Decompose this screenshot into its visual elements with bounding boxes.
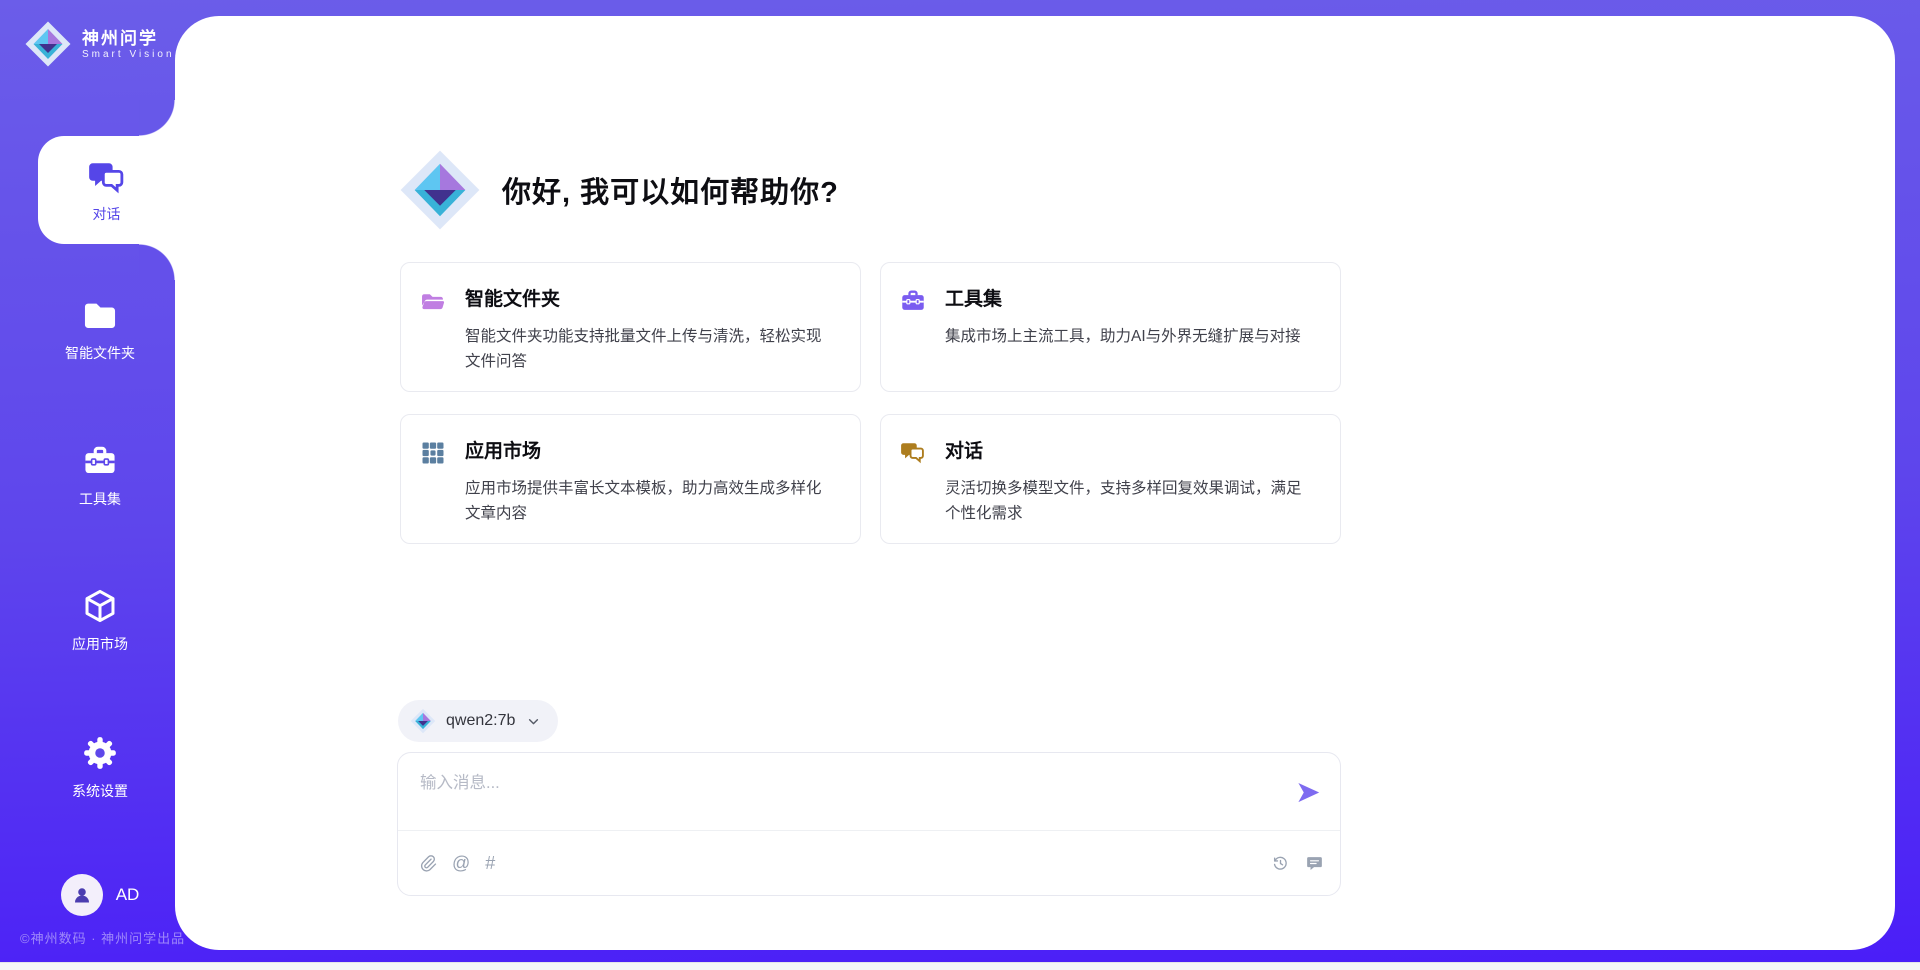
logo-gem-icon xyxy=(410,708,436,734)
copyright-footer: ©神州数码 · 神州问学出品 xyxy=(20,928,185,947)
sidebar-item-app-market[interactable]: 应用市场 xyxy=(25,587,175,654)
brand-logo-block: 神州问学 Smart Vision xyxy=(24,20,175,68)
user-icon xyxy=(70,883,94,907)
horizontal-scrollbar-track[interactable] xyxy=(0,962,1920,970)
model-selector[interactable]: qwen2:7b xyxy=(398,700,558,742)
app-root: 神州问学 Smart Vision 对话 智能文件夹 工具集 应用市场 系统设置… xyxy=(0,0,1920,970)
history-icon[interactable] xyxy=(1271,854,1290,873)
card-title: 智能文件夹 xyxy=(465,286,838,314)
card-app-market[interactable]: 应用市场 应用市场提供丰富长文本模板，助力高效生成多样化文章内容 xyxy=(400,414,861,544)
card-chat[interactable]: 对话 灵活切换多模型文件，支持多样回复效果调试，满足个性化需求 xyxy=(880,414,1341,544)
sidebar-item-label: 对话 xyxy=(93,204,121,224)
active-tab-top-notch xyxy=(139,100,175,136)
message-composer: @ # xyxy=(397,752,1341,896)
sidebar-item-settings[interactable]: 系统设置 xyxy=(25,734,175,801)
greeting-title: 你好, 我可以如何帮助你? xyxy=(502,169,839,211)
sidebar-item-label: 系统设置 xyxy=(72,781,128,801)
card-title: 工具集 xyxy=(945,286,1305,314)
card-body: 应用市场 应用市场提供丰富长文本模板，助力高效生成多样化文章内容 xyxy=(465,438,838,543)
card-desc: 智能文件夹功能支持批量文件上传与清洗，轻松实现文件问答 xyxy=(465,324,838,374)
card-desc: 应用市场提供丰富长文本模板，助力高效生成多样化文章内容 xyxy=(465,476,838,526)
sidebar-item-label: 工具集 xyxy=(79,489,121,509)
cube-icon xyxy=(81,587,119,625)
message-input[interactable] xyxy=(418,767,1272,827)
card-desc: 灵活切换多模型文件，支持多样回复效果调试，满足个性化需求 xyxy=(945,476,1318,526)
sidebar-item-label: 应用市场 xyxy=(72,634,128,654)
hash-icon[interactable]: # xyxy=(485,854,495,872)
sidebar-item-toolset[interactable]: 工具集 xyxy=(25,442,175,509)
avatar xyxy=(61,874,103,916)
card-desc: 集成市场上主流工具，助力AI与外界无缝扩展与对接 xyxy=(945,324,1305,349)
sessions-icon[interactable] xyxy=(1305,854,1324,873)
toolbox-icon xyxy=(899,287,927,315)
folder-icon xyxy=(81,296,119,334)
logo-gem-icon xyxy=(398,148,482,232)
chevron-down-icon xyxy=(525,713,542,730)
open-folder-icon xyxy=(419,287,447,315)
greeting-block: 你好, 我可以如何帮助你? xyxy=(398,148,839,232)
composer-toolbar: @ # xyxy=(418,831,1324,895)
mention-icon[interactable]: @ xyxy=(452,854,470,872)
card-title: 应用市场 xyxy=(465,438,838,466)
send-icon[interactable] xyxy=(1295,779,1322,806)
card-body: 工具集 集成市场上主流工具，助力AI与外界无缝扩展与对接 xyxy=(945,286,1305,391)
model-name: qwen2:7b xyxy=(446,712,515,730)
sidebar-item-chat[interactable]: 对话 xyxy=(38,136,175,244)
gear-icon xyxy=(81,734,119,772)
user-account-row[interactable]: AD xyxy=(25,874,175,916)
brand-gem-icon xyxy=(24,20,72,68)
paperclip-icon[interactable] xyxy=(418,854,437,873)
card-toolset[interactable]: 工具集 集成市场上主流工具，助力AI与外界无缝扩展与对接 xyxy=(880,262,1341,392)
card-body: 对话 灵活切换多模型文件，支持多样回复效果调试，满足个性化需求 xyxy=(945,438,1318,543)
user-name: AD xyxy=(116,885,140,905)
chat-icon xyxy=(899,439,927,467)
brand-name: 神州问学 xyxy=(82,28,175,49)
brand-subtitle: Smart Vision xyxy=(82,49,175,60)
card-smart-folder[interactable]: 智能文件夹 智能文件夹功能支持批量文件上传与清洗，轻松实现文件问答 xyxy=(400,262,861,392)
toolbox-icon xyxy=(81,442,119,480)
grid-icon xyxy=(419,439,447,467)
sidebar-item-smart-folder[interactable]: 智能文件夹 xyxy=(25,296,175,363)
card-body: 智能文件夹 智能文件夹功能支持批量文件上传与清洗，轻松实现文件问答 xyxy=(465,286,838,391)
feature-cards-grid: 智能文件夹 智能文件夹功能支持批量文件上传与清洗，轻松实现文件问答 工具集 集成… xyxy=(400,262,1341,544)
chat-icon xyxy=(86,157,128,199)
sidebar-item-label: 智能文件夹 xyxy=(65,343,135,363)
card-title: 对话 xyxy=(945,438,1318,466)
active-tab-bottom-notch xyxy=(139,244,175,280)
